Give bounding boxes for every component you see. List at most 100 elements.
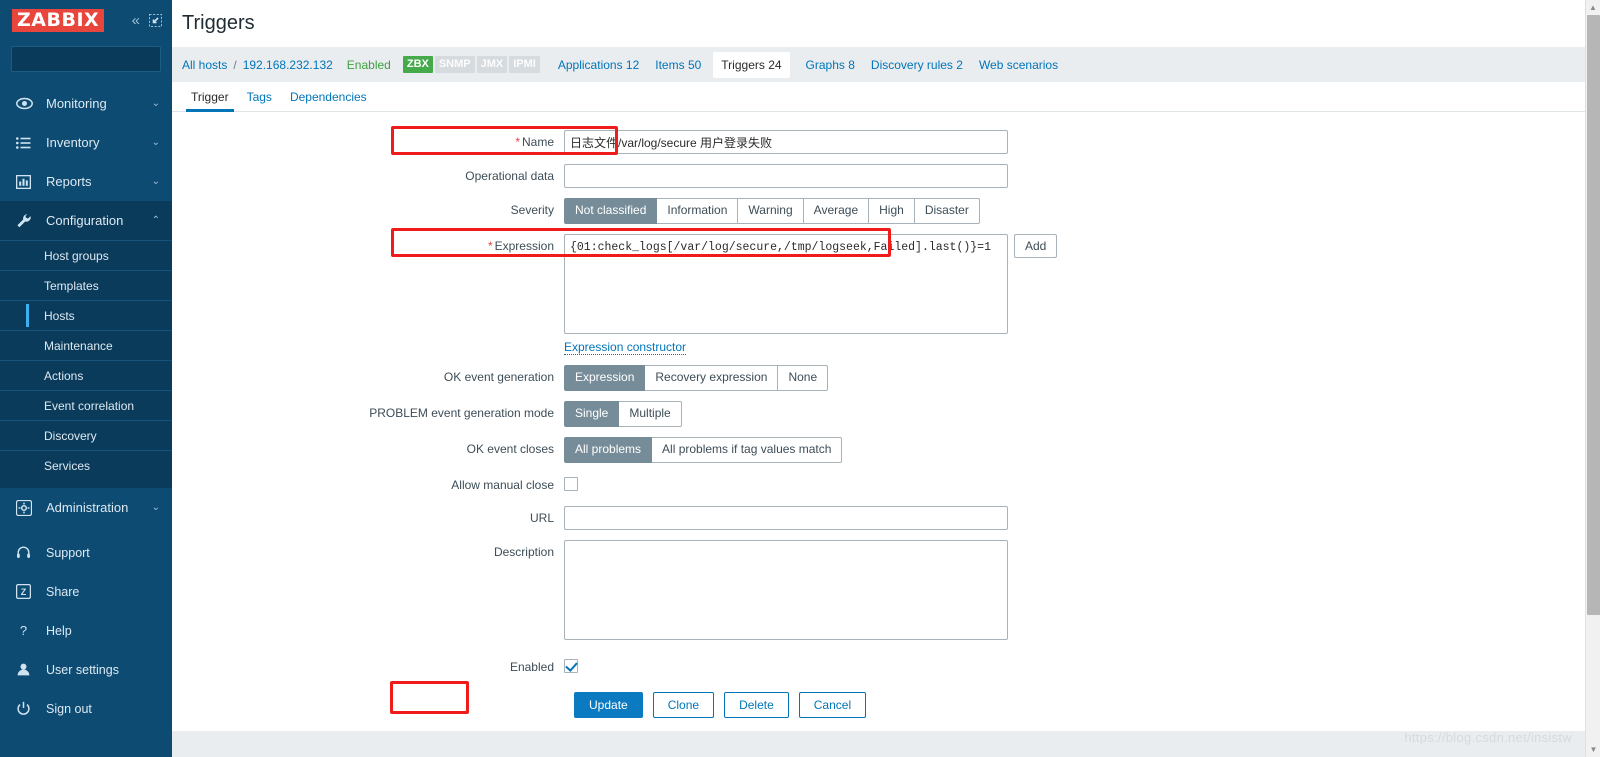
sidebar-lower-nav: Support Z Share ? Help User settings Sig… [0, 527, 172, 728]
search-box[interactable] [11, 46, 191, 72]
operational-data-input[interactable] [564, 164, 1008, 188]
chevron-up-icon: ⌃ [151, 215, 160, 226]
tab-dependencies[interactable]: Dependencies [281, 90, 376, 111]
severity-option-disaster[interactable]: Disaster [914, 198, 980, 224]
sidebar-item-user-settings[interactable]: User settings [0, 650, 172, 689]
form-row-ok-event-closes: OK event closes All problems All problem… [172, 437, 1600, 463]
enabled-field-wrap [564, 655, 578, 676]
sidebar-subitem-services[interactable]: Services [0, 450, 172, 480]
url-input[interactable] [564, 506, 1008, 530]
breadcrumb-host[interactable]: 192.168.232.132 [243, 58, 333, 72]
ok-event-closes-option-all-problems[interactable]: All problems [564, 437, 653, 463]
badge-zbx: ZBX [402, 56, 433, 73]
problem-event-generation-mode-radio-group: Single Multiple [564, 401, 682, 427]
sidebar-subitem-maintenance[interactable]: Maintenance [0, 330, 172, 360]
severity-option-average[interactable]: Average [803, 198, 870, 224]
search-input[interactable] [18, 51, 177, 67]
scrollbar-thumb[interactable] [1587, 15, 1600, 615]
tab-bar: Trigger Tags Dependencies [172, 82, 1600, 112]
tab-trigger[interactable]: Trigger [182, 90, 238, 112]
title-bar: Triggers [172, 0, 1600, 47]
configuration-submenu: Host groups Templates Hosts Maintenance … [0, 240, 172, 488]
scroll-up-arrow[interactable]: ▲ [1586, 0, 1600, 15]
sidebar-subitem-templates[interactable]: Templates [0, 270, 172, 300]
severity-radio-group: Not classified Information Warning Avera… [564, 198, 980, 224]
allow-manual-close-checkbox[interactable] [564, 477, 578, 491]
severity-option-not-classified[interactable]: Not classified [564, 198, 658, 224]
sidebar-item-inventory[interactable]: Inventory ⌄ [0, 123, 172, 162]
sidebar-item-monitoring[interactable]: Monitoring ⌄ [0, 84, 172, 123]
ok-event-generation-option-recovery-expression[interactable]: Recovery expression [645, 365, 779, 391]
breadcrumb: All hosts / 192.168.232.132 Enabled ZBX … [172, 47, 1600, 82]
delete-button[interactable]: Delete [724, 692, 789, 718]
expression-field-wrap: {01:check_logs[/var/log/secure,/tmp/logs… [564, 234, 1058, 355]
form-row-operational-data: Operational data [172, 164, 1600, 188]
sidebar-subitem-event-correlation[interactable]: Event correlation [0, 390, 172, 420]
sidebar-item-support[interactable]: Support [0, 533, 172, 572]
collapse-sidebar-icon[interactable]: « [132, 13, 140, 28]
expand-icon[interactable] [149, 13, 162, 27]
sidebar-item-administration[interactable]: Administration ⌄ [0, 488, 172, 527]
app-window: ZABBIX « Monitoring ⌄ Inventory ⌄ Report… [0, 0, 1600, 757]
enabled-checkbox[interactable] [564, 659, 578, 673]
user-icon [16, 662, 40, 677]
breadcrumb-applications[interactable]: Applications 12 [558, 58, 639, 72]
ok-event-closes-radio-group: All problems All problems if tag values … [564, 437, 843, 463]
headset-icon [16, 545, 40, 560]
problem-event-generation-mode-label: PROBLEM event generation mode [369, 406, 554, 420]
expression-add-button[interactable]: Add [1014, 234, 1058, 258]
ok-event-generation-radio-group: Expression Recovery expression None [564, 365, 829, 391]
form-row-name: * Name [172, 130, 1600, 154]
update-button[interactable]: Update [574, 692, 643, 718]
severity-option-high[interactable]: High [869, 198, 915, 224]
zabbix-z-icon: Z [16, 584, 40, 599]
severity-label: Severity [510, 203, 554, 217]
ok-event-generation-option-expression[interactable]: Expression [564, 365, 646, 391]
breadcrumb-triggers[interactable]: Triggers 24 [713, 51, 790, 78]
problem-mode-option-multiple[interactable]: Multiple [619, 401, 682, 427]
sidebar-item-sign-out[interactable]: Sign out [0, 689, 172, 728]
breadcrumb-all-hosts[interactable]: All hosts [182, 58, 227, 72]
severity-option-information[interactable]: Information [657, 198, 739, 224]
severity-option-warning[interactable]: Warning [738, 198, 804, 224]
required-asterisk: * [487, 239, 493, 253]
enabled-label: Enabled [509, 660, 554, 674]
sidebar-subitem-actions[interactable]: Actions [0, 360, 172, 390]
sidebar-header-icons: « [132, 13, 162, 28]
sidebar-subitem-host-groups[interactable]: Host groups [0, 240, 172, 270]
expression-textarea[interactable]: {01:check_logs[/var/log/secure,/tmp/logs… [564, 234, 1008, 334]
ok-event-closes-option-tag-match[interactable]: All problems if tag values match [652, 437, 843, 463]
required-asterisk: * [515, 135, 520, 149]
description-textarea[interactable] [564, 540, 1008, 640]
breadcrumb-web-scenarios[interactable]: Web scenarios [979, 58, 1058, 72]
sidebar-item-label: Support [46, 545, 90, 560]
scroll-down-arrow[interactable]: ▼ [1586, 742, 1600, 757]
host-status[interactable]: Enabled [347, 58, 391, 72]
sidebar-subitem-discovery[interactable]: Discovery [0, 420, 172, 450]
name-field-wrap [564, 130, 1008, 154]
expression-constructor-link[interactable]: Expression constructor [564, 340, 687, 355]
name-input[interactable] [564, 130, 1008, 154]
tab-tags[interactable]: Tags [238, 90, 281, 111]
sidebar-item-share[interactable]: Z Share [0, 572, 172, 611]
vertical-scrollbar[interactable]: ▲ ▼ [1585, 0, 1600, 757]
sidebar: ZABBIX « Monitoring ⌄ Inventory ⌄ Report… [0, 0, 191, 757]
sidebar-subitem-hosts[interactable]: Hosts [0, 300, 172, 330]
sidebar-item-label: Reports [46, 174, 92, 189]
breadcrumb-graphs[interactable]: Graphs 8 [806, 58, 855, 72]
breadcrumb-items[interactable]: Items 50 [655, 58, 701, 72]
sidebar-item-help[interactable]: ? Help [0, 611, 172, 650]
ok-event-generation-option-none[interactable]: None [778, 365, 829, 391]
sidebar-item-label: Inventory [46, 135, 100, 150]
sidebar-item-label: User settings [46, 662, 119, 677]
sidebar-item-configuration[interactable]: Configuration ⌃ [0, 201, 172, 240]
cancel-button[interactable]: Cancel [798, 692, 867, 718]
power-icon [16, 701, 40, 716]
badge-jmx: JMX [476, 56, 508, 73]
clone-button[interactable]: Clone [652, 692, 715, 718]
breadcrumb-discovery-rules[interactable]: Discovery rules 2 [871, 58, 963, 72]
url-field-wrap [564, 506, 1008, 530]
sidebar-item-reports[interactable]: Reports ⌄ [0, 162, 172, 201]
problem-mode-option-single[interactable]: Single [564, 401, 620, 427]
chevron-down-icon: ⌄ [151, 502, 160, 513]
